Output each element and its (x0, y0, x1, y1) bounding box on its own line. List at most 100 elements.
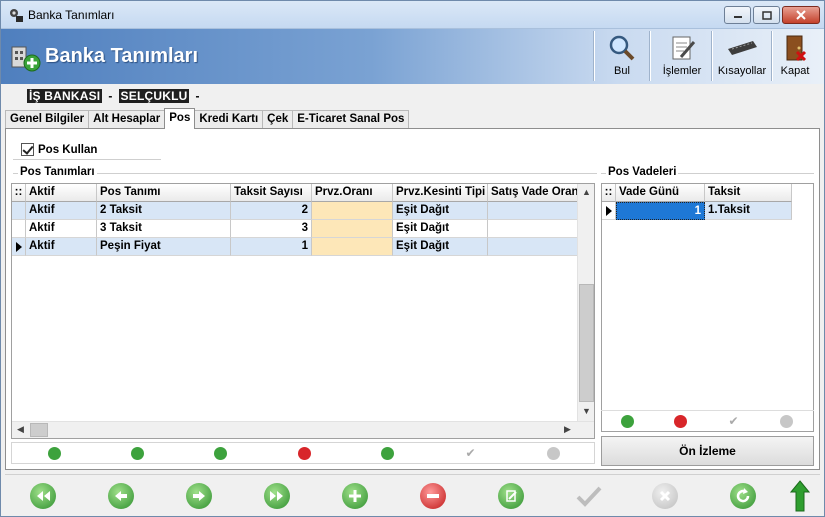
table-row[interactable]: Aktif 2 Taksit 2 Eşit Dağıt (12, 202, 580, 220)
prev-record-button[interactable] (108, 483, 134, 509)
save-button[interactable] (576, 483, 602, 509)
first-record-button[interactable] (30, 483, 56, 509)
col-prvz-kesinti-tipi[interactable]: Prvz.Kesinti Tipi (393, 184, 488, 202)
row-indicator (12, 202, 26, 220)
last-record-button[interactable] (264, 483, 290, 509)
col-taksit-sayisi[interactable]: Taksit Sayısı (231, 184, 312, 202)
up-arrow-icon (790, 480, 810, 512)
tab-kredi-karti[interactable]: Kredi Kartı (194, 110, 264, 129)
cell-prvz-orani[interactable] (312, 220, 393, 238)
cell-satis-vade-orani[interactable] (488, 202, 580, 220)
scroll-right-icon[interactable]: ▶ (564, 424, 571, 435)
maximize-button[interactable] (753, 6, 780, 24)
tab-e-ticaret-sanal-pos[interactable]: E-Ticaret Sanal Pos (292, 110, 410, 129)
kisayollar-button[interactable]: Kısayollar (715, 33, 769, 81)
bul-button[interactable]: Bul (601, 33, 643, 81)
col-pos-tanimi[interactable]: Pos Tanımı (97, 184, 231, 202)
close-icon (796, 10, 806, 20)
col-taksit[interactable]: Taksit (705, 184, 792, 202)
col-vade-gunu[interactable]: Vade Günü (616, 184, 705, 202)
add-record-icon[interactable] (214, 447, 227, 460)
cell-pos-tanimi[interactable]: 3 Taksit (97, 220, 231, 238)
col-satis-vade-orani[interactable]: Satış Vade Oran (488, 184, 580, 202)
cell-prvz-kesinti-tipi[interactable]: Eşit Dağıt (393, 220, 488, 238)
main-window: Banka Tanımları Banka Tanımları Bul İşle… (0, 0, 825, 517)
refresh-button[interactable] (730, 483, 756, 509)
prev-record-icon[interactable] (131, 447, 144, 460)
cell-satis-vade-orani[interactable] (488, 238, 580, 256)
islemler-button[interactable]: İşlemler (657, 33, 707, 81)
cell-vade-gunu[interactable]: 1 (616, 202, 705, 220)
add-button[interactable] (342, 483, 368, 509)
check-icon (576, 486, 602, 507)
cell-prvz-orani[interactable] (312, 202, 393, 220)
toolbar-separator (771, 31, 773, 81)
post-check-icon[interactable]: ✔ (464, 447, 477, 460)
cell-taksit-sayisi[interactable]: 2 (231, 202, 312, 220)
cancel-edit-icon[interactable] (780, 415, 793, 428)
cell-aktif[interactable]: Aktif (26, 220, 97, 238)
edit-button[interactable] (498, 483, 524, 509)
scroll-left-icon[interactable]: ◀ (17, 424, 24, 435)
minimize-button[interactable] (724, 6, 751, 24)
bank-separator: - (108, 89, 113, 103)
col-prvz-orani[interactable]: Prvz.Oranı (312, 184, 393, 202)
cell-satis-vade-orani[interactable] (488, 220, 580, 238)
on-izleme-button[interactable]: Ön İzleme (601, 436, 814, 466)
horizontal-scrollbar[interactable]: ◀ ▶ (12, 421, 594, 438)
delete-record-icon[interactable] (298, 447, 311, 460)
table-row-current[interactable]: 1 1.Taksit (602, 202, 792, 220)
delete-button[interactable] (420, 483, 446, 509)
pos-kullan-checkbox[interactable]: Pos Kullan (21, 143, 97, 156)
pos-vadeleri-title: Pos Vadeleri (606, 166, 679, 178)
next-record-button[interactable] (186, 483, 212, 509)
up-button[interactable] (790, 480, 810, 512)
pos-tanimlari-grid: :: Aktif Pos Tanımı Taksit Sayısı Prvz.O… (11, 183, 595, 439)
grid-header-row: :: Aktif Pos Tanımı Taksit Sayısı Prvz.O… (12, 184, 580, 202)
cell-prvz-kesinti-tipi[interactable]: Eşit Dağıt (393, 202, 488, 220)
kapat-button[interactable]: Kapat (775, 33, 815, 81)
first-record-icon[interactable] (48, 447, 61, 460)
cell-taksit-sayisi[interactable]: 3 (231, 220, 312, 238)
post-check-icon[interactable]: ✔ (727, 415, 740, 428)
cell-prvz-orani[interactable] (312, 238, 393, 256)
vertical-scrollbar[interactable]: ▲ ▼ (577, 184, 594, 422)
magnifier-icon (609, 35, 635, 61)
scroll-up-icon[interactable]: ▲ (582, 187, 591, 197)
add-record-icon[interactable] (621, 415, 634, 428)
close-button[interactable] (782, 6, 820, 24)
cell-taksit[interactable]: 1.Taksit (705, 202, 792, 220)
delete-record-icon[interactable] (674, 415, 687, 428)
vertical-scroll-thumb[interactable] (579, 284, 594, 402)
tab-pos[interactable]: Pos (164, 108, 196, 129)
current-row-arrow-icon (602, 202, 616, 220)
cancel-button[interactable] (652, 483, 678, 509)
row-indicator (12, 220, 26, 238)
tab-cek[interactable]: Çek (262, 110, 294, 129)
horizontal-scroll-thumb[interactable] (30, 423, 48, 437)
cell-pos-tanimi[interactable]: Peşin Fiyat (97, 238, 231, 256)
cell-taksit-sayisi[interactable]: 1 (231, 238, 312, 256)
tab-genel-bilgiler[interactable]: Genel Bilgiler (5, 110, 90, 129)
col-aktif[interactable]: Aktif (26, 184, 97, 202)
cell-aktif[interactable]: Aktif (26, 202, 97, 220)
right-arrow-icon (193, 491, 205, 501)
cancel-edit-icon[interactable] (547, 447, 560, 460)
branch-separator: - (195, 89, 200, 103)
edit-record-icon[interactable] (381, 447, 394, 460)
page-title: Banka Tanımları (45, 45, 199, 67)
keyboard-icon (728, 41, 757, 55)
title-bar: Banka Tanımları (1, 1, 824, 29)
tab-alt-hesaplar[interactable]: Alt Hesaplar (88, 110, 166, 129)
cell-prvz-kesinti-tipi[interactable]: Eşit Dağıt (393, 238, 488, 256)
table-row[interactable]: Aktif 3 Taksit 3 Eşit Dağıt (12, 220, 580, 238)
bottom-toolbar (5, 474, 820, 514)
scroll-down-icon[interactable]: ▼ (582, 406, 591, 416)
header-band: Banka Tanımları Bul İşlemler Kısayollar … (1, 29, 824, 84)
table-row-current[interactable]: Aktif Peşin Fiyat 1 Eşit Dağıt (12, 238, 580, 256)
window-title: Banka Tanımları (28, 8, 115, 22)
divider (13, 173, 597, 174)
cell-pos-tanimi[interactable]: 2 Taksit (97, 202, 231, 220)
cell-aktif[interactable]: Aktif (26, 238, 97, 256)
toolbar-separator (593, 31, 595, 81)
